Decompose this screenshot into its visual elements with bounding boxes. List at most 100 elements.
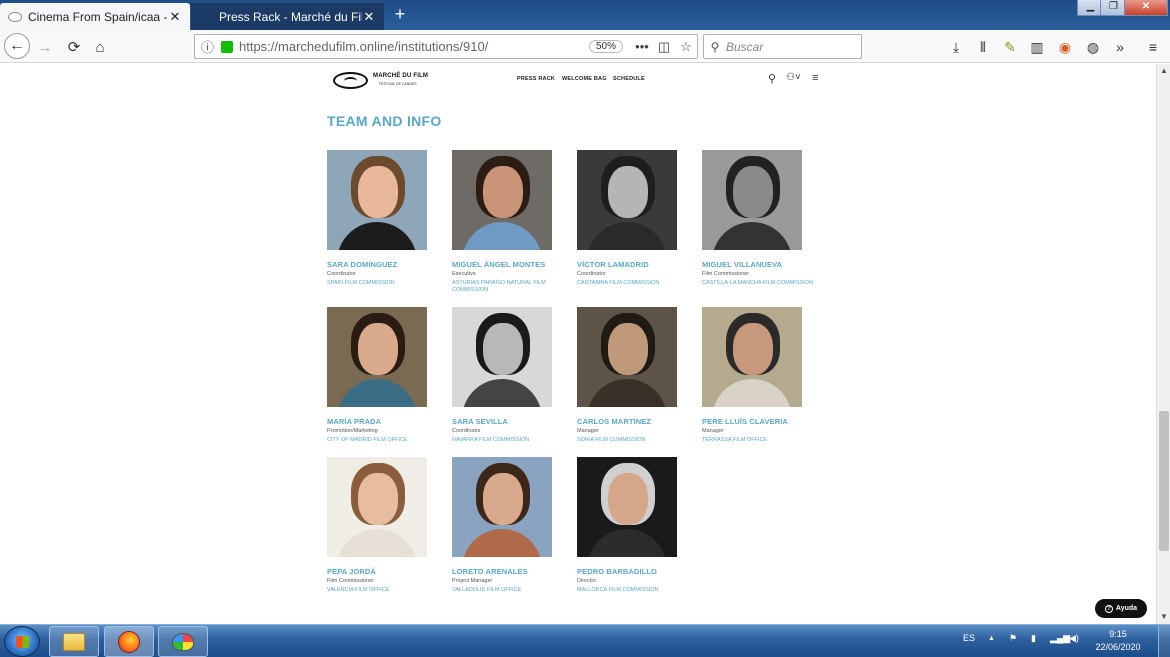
address-bar[interactable]: ⓘ https://marchedufilm.online/institutio…	[194, 34, 698, 59]
team-member-card[interactable]: MIGUEL ÁNGEL MONTES Executive ASTURIAS PAR…	[452, 150, 574, 294]
member-name[interactable]: MIGUEL ÁNGEL MONTES	[452, 260, 574, 269]
member-name[interactable]: PEPA JORDÁ	[327, 567, 449, 576]
member-name[interactable]: SARA SEVILLA	[452, 417, 574, 426]
zoom-level-badge[interactable]: 50%	[588, 40, 623, 53]
tab-close-icon[interactable]: ✕	[362, 9, 376, 25]
help-label: Ayuda	[1115, 605, 1138, 612]
member-organization[interactable]: TERRASSA FILM OFFICE	[702, 437, 824, 444]
maximize-button[interactable]: ❐	[1100, 0, 1127, 16]
firefox-icon[interactable]: ◉	[1054, 36, 1076, 58]
member-organization[interactable]: VALENCIA FILM OFFICE	[327, 587, 449, 594]
show-desktop-button[interactable]	[1158, 625, 1170, 657]
member-organization[interactable]: CITY OF MADRID FILM OFFICE	[327, 437, 449, 444]
sidebar-icon[interactable]: ▥	[1026, 36, 1048, 58]
member-name[interactable]: PERE LLUÍS CLAVERIA	[702, 417, 824, 426]
nav-welcome-bag[interactable]: WELCOME BAG	[562, 76, 607, 82]
start-button[interactable]	[4, 626, 40, 657]
member-photo[interactable]	[702, 307, 802, 407]
scroll-up-icon[interactable]: ▲	[1157, 64, 1170, 78]
member-photo[interactable]	[577, 150, 677, 250]
action-center-flag-icon[interactable]: ⚑	[1009, 633, 1017, 644]
site-menu-icon[interactable]: ≡	[812, 72, 818, 84]
team-member-card[interactable]: MIGUEL VILLANUEVA Film Commissioner CASTIL…	[702, 150, 824, 287]
library-icon[interactable]: ⫴	[972, 36, 994, 58]
team-member-card[interactable]: MARÍA PRADA Promotion/Marketing CITY OF MA…	[327, 307, 449, 444]
download-icon[interactable]: ⤓	[945, 36, 967, 58]
scroll-down-icon[interactable]: ▼	[1157, 610, 1170, 624]
member-name[interactable]: CARLOS MARTÍNEZ	[577, 417, 699, 426]
language-indicator[interactable]: ES	[963, 633, 975, 643]
show-hidden-icons-icon[interactable]: ▲	[988, 635, 995, 642]
site-info-icon[interactable]: ⓘ	[201, 37, 217, 56]
home-button[interactable]: ⌂	[88, 35, 112, 59]
taskbar-paint[interactable]	[158, 626, 208, 657]
member-photo[interactable]	[327, 457, 427, 557]
pocket-icon[interactable]: ◫	[653, 39, 675, 55]
team-member-card[interactable]: PERE LLUÍS CLAVERIA Manager TERRASSA FILM …	[702, 307, 824, 444]
system-clock[interactable]: 9:15 22/06/2020	[1093, 628, 1143, 654]
team-member-card[interactable]: SARA SEVILLA Coordinator NAVARRA FILM COMM…	[452, 307, 574, 444]
member-role: Coordinator	[327, 271, 356, 277]
member-photo[interactable]	[452, 307, 552, 407]
team-member-card[interactable]: PEDRO BARBADILLO Director MALLORCA FILM CO…	[577, 457, 699, 594]
nav-press-rack[interactable]: PRESS RACK	[517, 76, 555, 82]
page-scrollbar[interactable]: ▲ ▼	[1156, 64, 1170, 624]
firefox-app-icon	[118, 630, 140, 653]
team-member-card[interactable]: CARLOS MARTÍNEZ Manager SORIA FILM COMMISS…	[577, 307, 699, 444]
member-photo[interactable]	[577, 307, 677, 407]
hamburger-menu-icon[interactable]: ≡	[1142, 36, 1164, 58]
member-photo[interactable]	[452, 457, 552, 557]
member-organization[interactable]: SPAIN FILM COMMISSION	[327, 280, 449, 287]
search-input[interactable]: ⚲ Buscar	[703, 34, 862, 59]
team-member-card[interactable]: SARA DOMÍNGUEZ Coordinator SPAIN FILM COMM…	[327, 150, 449, 287]
overflow-menu-icon[interactable]: »	[1109, 36, 1131, 58]
account-icon[interactable]: ◍	[1082, 36, 1104, 58]
taskbar-firefox[interactable]	[104, 626, 154, 657]
member-photo[interactable]	[327, 307, 427, 407]
close-window-button[interactable]: ✕	[1124, 0, 1168, 16]
battery-icon[interactable]: ▮	[1031, 633, 1036, 644]
member-organization[interactable]: ASTURIAS PARAÍSO NATURAL FILM COMMISSION	[452, 280, 574, 294]
tab-press-rack[interactable]: Press Rack - Marché du Film Or ✕	[191, 3, 384, 30]
member-organization[interactable]: CASTILLA-LA MANCHA FILM COMMISSION	[702, 280, 824, 287]
back-button[interactable]: ←	[4, 33, 30, 59]
photo-face	[608, 323, 648, 375]
forward-button[interactable]: →	[33, 35, 57, 59]
tab-cinema-from-spain[interactable]: Cinema From Spain/icaa - Mar ✕	[0, 3, 190, 30]
bookmark-star-icon[interactable]: ☆	[675, 39, 697, 55]
member-name[interactable]: MARÍA PRADA	[327, 417, 449, 426]
member-photo[interactable]	[452, 150, 552, 250]
new-tab-button[interactable]: +	[390, 4, 410, 24]
help-button[interactable]: ? Ayuda	[1095, 599, 1147, 618]
team-member-card[interactable]: PEPA JORDÁ Film Commissioner VALENCIA FILM…	[327, 457, 449, 594]
site-search-icon[interactable]: ⚲	[768, 72, 776, 85]
page-actions-icon[interactable]: •••	[631, 39, 653, 54]
member-photo[interactable]	[327, 150, 427, 250]
taskbar-explorer[interactable]	[49, 626, 99, 657]
member-name[interactable]: PEDRO BARBADILLO	[577, 567, 699, 576]
network-icon[interactable]: ▂▄▆	[1050, 633, 1070, 644]
member-organization[interactable]: MALLORCA FILM COMMISSION	[577, 587, 699, 594]
member-organization[interactable]: VALLADOLID FILM OFFICE	[452, 587, 574, 594]
member-organization[interactable]: SORIA FILM COMMISSION	[577, 437, 699, 444]
volume-icon[interactable]: ◀)	[1069, 633, 1079, 644]
member-organization[interactable]: NAVARRA FILM COMMISSION	[452, 437, 574, 444]
member-photo[interactable]	[577, 457, 677, 557]
member-name[interactable]: LORETO ARENALES	[452, 567, 574, 576]
url-text[interactable]: https://marchedufilm.online/institutions…	[239, 39, 589, 54]
logo-text[interactable]: MARCHÉ DU FILM	[373, 73, 428, 79]
extension-icon[interactable]: ✎	[999, 36, 1021, 58]
team-member-card[interactable]: LORETO ARENALES Project Manager VALLADOLID…	[452, 457, 574, 594]
member-name[interactable]: SARA DOMÍNGUEZ	[327, 260, 449, 269]
festival-logo-icon[interactable]	[333, 72, 368, 89]
member-organization[interactable]: CANTABRIA FILM COMMISSION	[577, 280, 699, 287]
nav-schedule[interactable]: SCHEDULE	[613, 76, 645, 82]
scrollbar-thumb[interactable]	[1159, 411, 1169, 551]
user-icon[interactable]: ⚇˅	[786, 72, 801, 83]
tab-close-icon[interactable]: ✕	[168, 9, 182, 25]
reload-button[interactable]: ⟳	[62, 35, 86, 59]
member-name[interactable]: MIGUEL VILLANUEVA	[702, 260, 824, 269]
member-photo[interactable]	[702, 150, 802, 250]
member-name[interactable]: VÍCTOR LAMADRID	[577, 260, 699, 269]
team-member-card[interactable]: VÍCTOR LAMADRID Coordinator CANTABRIA FILM…	[577, 150, 699, 287]
